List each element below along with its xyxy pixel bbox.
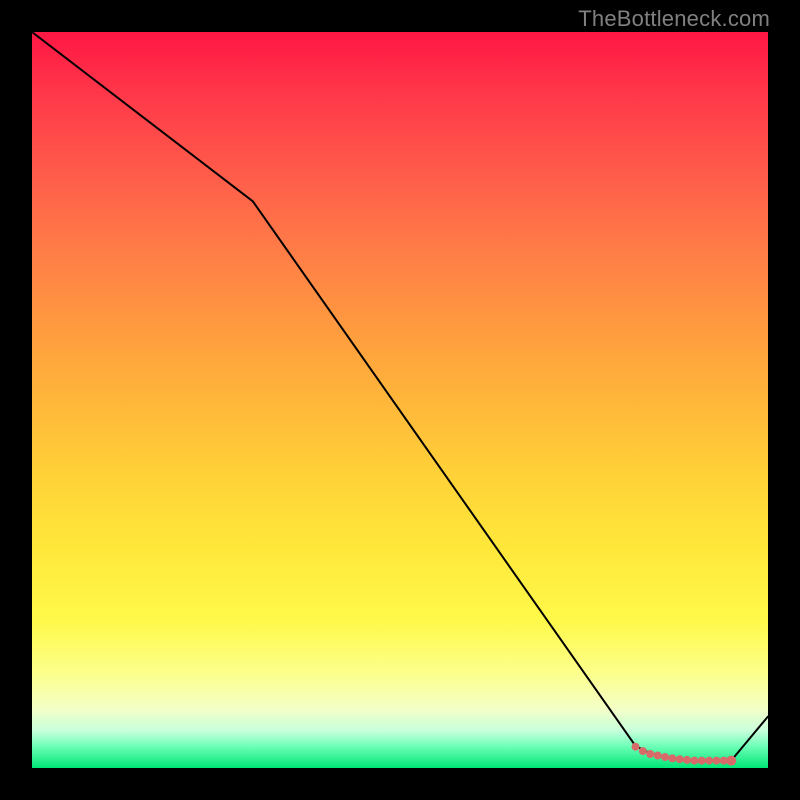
chart-container: TheBottleneck.com: [0, 0, 800, 800]
highlight-dot: [720, 757, 728, 765]
highlight-dot: [713, 757, 721, 765]
chart-svg: [32, 32, 768, 768]
highlight-dot: [646, 750, 654, 758]
highlight-dot: [698, 757, 706, 765]
plot-area: [32, 32, 768, 768]
highlight-dot: [654, 752, 662, 760]
highlight-dot: [683, 756, 691, 764]
highlight-dot: [690, 757, 698, 765]
highlight-dot: [639, 747, 647, 755]
highlight-dot: [726, 756, 736, 766]
highlight-dot: [632, 743, 640, 751]
highlight-dot: [661, 753, 669, 761]
highlight-points: [632, 743, 737, 766]
highlight-dot: [668, 754, 676, 762]
watermark-text: TheBottleneck.com: [578, 6, 770, 32]
bottleneck-curve-line: [32, 32, 768, 761]
highlight-dot: [705, 757, 713, 765]
highlight-dot: [676, 755, 684, 763]
